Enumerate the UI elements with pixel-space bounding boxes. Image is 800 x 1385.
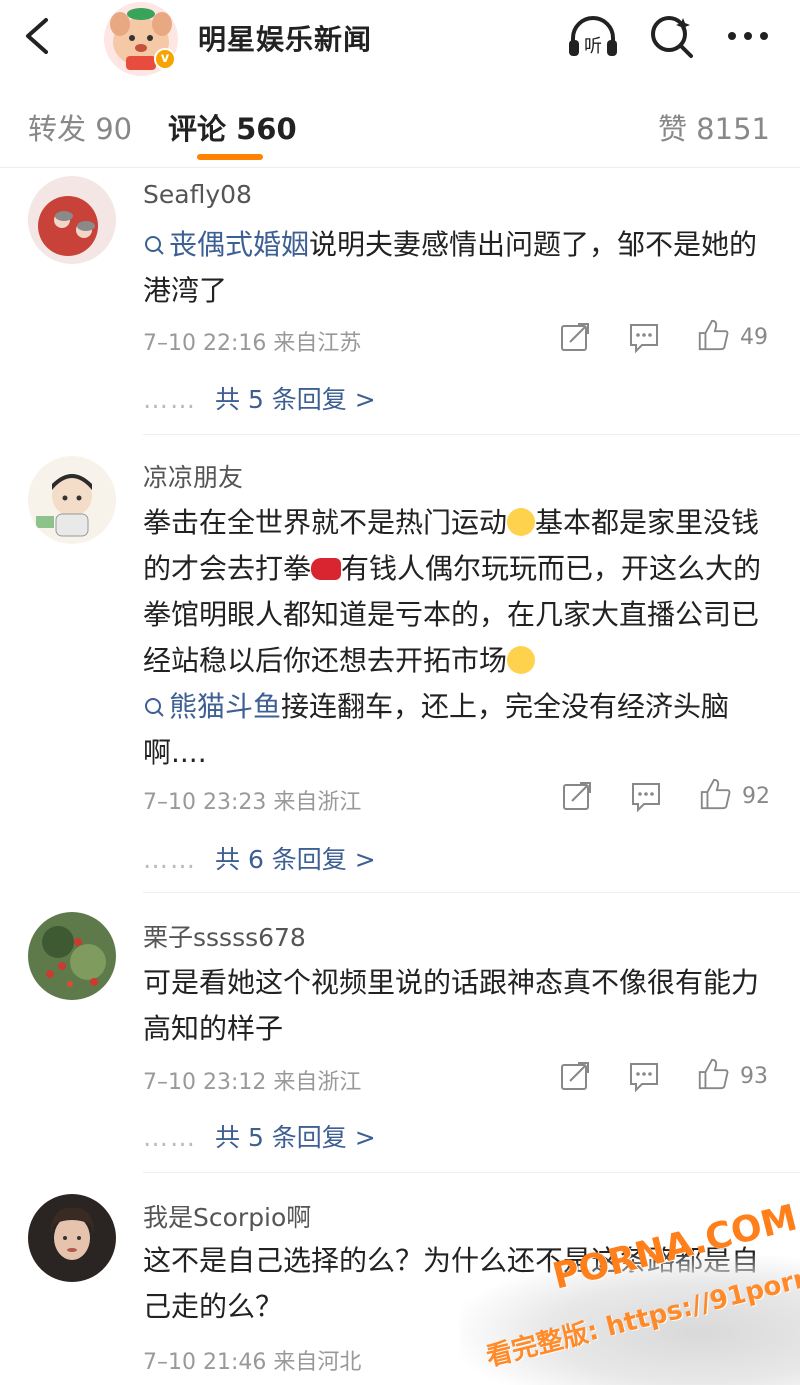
user-avatar[interactable] bbox=[28, 912, 116, 1000]
comment-text: 丧偶式婚姻说明夫妻感情出问题了，邹不是她的港湾了 bbox=[143, 222, 773, 314]
comment-item: 栗子sssss678 可是看她这个视频里说的话跟神态真不像很有能力高知的样子 7… bbox=[0, 894, 800, 1174]
divider bbox=[143, 434, 800, 435]
tab-reposts[interactable]: 转发 90 bbox=[28, 106, 132, 148]
view-replies-link[interactable]: …… 共 6 条回复 > bbox=[143, 840, 376, 876]
reply-dots: …… bbox=[143, 385, 197, 414]
verified-badge: v bbox=[154, 48, 176, 70]
headphone-icon: 听 bbox=[569, 16, 617, 57]
listen-button[interactable]: 听 bbox=[565, 12, 621, 62]
like-count: 92 bbox=[742, 784, 770, 809]
reply-dots: …… bbox=[143, 1123, 197, 1152]
comment-text: 拳击在全世界就不是热门运动 基本都是家里没钱的才会去打拳 有钱人偶尔玩玩而已，开这么… bbox=[143, 500, 773, 776]
thumbs-up-icon[interactable] bbox=[696, 318, 730, 352]
more-dots-icon bbox=[728, 32, 768, 40]
active-tab-indicator bbox=[197, 154, 263, 160]
topic-link[interactable]: 熊猫斗鱼 bbox=[143, 690, 281, 723]
back-button[interactable] bbox=[18, 14, 58, 58]
search-button[interactable] bbox=[645, 12, 701, 62]
replies-label[interactable]: 共 5 条回复 > bbox=[215, 385, 376, 414]
comment-text: 可是看她这个视频里说的话跟神态真不像很有能力高知的样子 bbox=[143, 966, 760, 1045]
boxing-glove-emoji bbox=[311, 558, 342, 580]
reply-dots: …… bbox=[143, 845, 197, 874]
user-avatar[interactable] bbox=[28, 176, 116, 264]
share-icon[interactable] bbox=[560, 320, 590, 354]
search-icon bbox=[651, 16, 693, 58]
search-icon bbox=[145, 236, 164, 255]
share-icon[interactable] bbox=[560, 1059, 590, 1093]
tab-bar: 转发 90 评论 560 赞 8151 bbox=[0, 80, 800, 168]
comment-username[interactable]: 栗子sssss678 bbox=[143, 918, 306, 954]
tab-comments[interactable]: 评论 560 bbox=[168, 106, 297, 148]
replies-label[interactable]: 共 5 条回复 > bbox=[215, 1123, 376, 1152]
more-button[interactable] bbox=[720, 12, 776, 62]
comment-username[interactable]: 我是Scorpio啊 bbox=[143, 1198, 311, 1234]
comment-username[interactable]: Seafly08 bbox=[143, 180, 252, 209]
comment-body: 拳击在全世界就不是热门运动 bbox=[143, 506, 508, 539]
like-count: 93 bbox=[740, 1064, 768, 1089]
comment-item: 凉凉朋友 拳击在全世界就不是热门运动 基本都是家里没钱的才会去打拳 有钱人偶尔玩玩而… bbox=[0, 436, 800, 894]
divider bbox=[143, 1172, 800, 1173]
comment-item: Seafly08 丧偶式婚姻说明夫妻感情出问题了，邹不是她的港湾了 7–10 2… bbox=[0, 168, 800, 436]
comment-icon[interactable] bbox=[630, 779, 662, 813]
replies-label[interactable]: 共 6 条回复 > bbox=[215, 845, 376, 874]
comment-item: 我是Scorpio啊 这不是自己选择的么？为什么还不是这条路都是自己走的么？ 7… bbox=[0, 1174, 800, 1385]
user-avatar[interactable] bbox=[28, 456, 116, 544]
comment-icon[interactable] bbox=[628, 1059, 660, 1093]
topic-link[interactable]: 丧偶式婚姻 bbox=[143, 228, 309, 261]
comment-meta: 7–10 21:46 来自河北 bbox=[143, 1350, 362, 1375]
laugh-cry-emoji bbox=[507, 646, 536, 674]
comment-meta: 7–10 23:12 来自浙江 bbox=[143, 1070, 362, 1095]
view-replies-link[interactable]: …… 共 5 条回复 > bbox=[143, 380, 376, 416]
comment-meta: 7–10 22:16 来自江苏 bbox=[143, 331, 362, 356]
topic-label[interactable]: 丧偶式婚姻 bbox=[169, 228, 309, 261]
thumbs-up-icon[interactable] bbox=[696, 1057, 730, 1091]
thumbs-up-icon[interactable] bbox=[698, 777, 732, 811]
tab-likes[interactable]: 赞 8151 bbox=[658, 106, 770, 148]
divider bbox=[143, 892, 800, 893]
account-name[interactable]: 明星娱乐新闻 bbox=[198, 18, 372, 58]
listen-label: 听 bbox=[584, 36, 602, 57]
topic-label[interactable]: 熊猫斗鱼 bbox=[169, 690, 281, 723]
top-bar: v 明星娱乐新闻 听 bbox=[0, 0, 800, 78]
chevron-left-icon bbox=[26, 18, 48, 54]
comment-icon[interactable] bbox=[628, 320, 660, 354]
comment-meta: 7–10 23:23 来自浙江 bbox=[143, 790, 362, 815]
share-icon[interactable] bbox=[562, 779, 592, 813]
user-avatar[interactable] bbox=[28, 1194, 116, 1282]
view-replies-link[interactable]: …… 共 5 条回复 > bbox=[143, 1118, 376, 1154]
comment-username[interactable]: 凉凉朋友 bbox=[143, 458, 243, 494]
comment-text: 这不是自己选择的么？为什么还不是这条路都是自己走的么？ bbox=[143, 1244, 760, 1323]
search-icon bbox=[145, 698, 164, 717]
like-count: 49 bbox=[740, 325, 768, 350]
laugh-cry-emoji bbox=[507, 508, 536, 536]
